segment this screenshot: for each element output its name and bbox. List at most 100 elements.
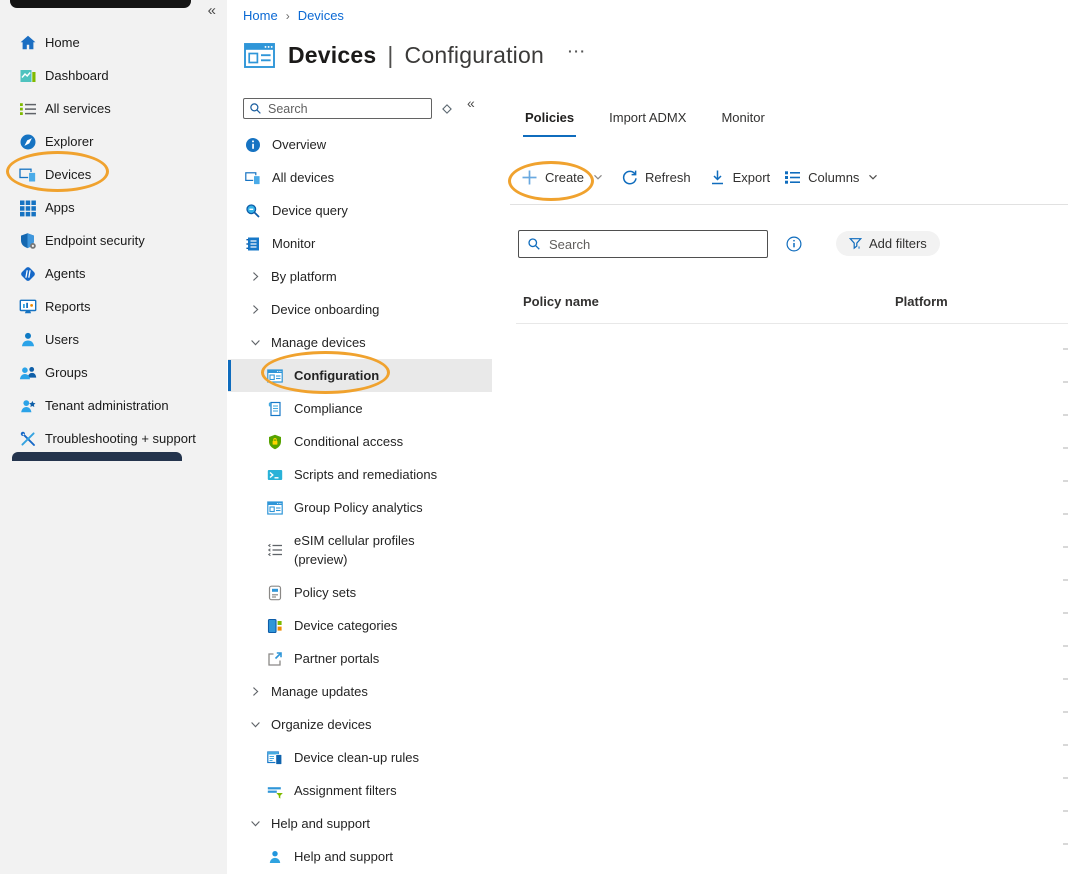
columns-button[interactable]: Columns — [784, 169, 879, 186]
menu-item-scripts-remediations[interactable]: Scripts and remediations — [228, 458, 492, 491]
esim-list-icon — [267, 542, 283, 558]
troubleshooting-tools-icon — [19, 430, 37, 448]
menu-item-policy-sets[interactable]: Policy sets — [228, 576, 492, 609]
bottom-popup-edge — [12, 452, 182, 461]
menu-item-configuration[interactable]: Configuration — [228, 359, 492, 392]
pin-diamond-icon[interactable] — [441, 102, 453, 114]
leftnav-item-endpoint-security[interactable]: Endpoint security — [0, 224, 227, 257]
menu-item-all-devices[interactable]: All devices — [228, 161, 492, 194]
menu-group-manage-updates[interactable]: Manage updates — [228, 675, 492, 708]
group-users-icon — [19, 364, 37, 382]
menu-item-device-query[interactable]: Device query — [228, 194, 492, 227]
terminal-icon — [267, 467, 283, 483]
menu-item-partner-portals[interactable]: Partner portals — [228, 642, 492, 675]
menu-item-monitor[interactable]: Monitor — [228, 227, 492, 260]
menu-group-device-onboarding[interactable]: Device onboarding — [228, 293, 492, 326]
chevron-right-icon — [249, 270, 262, 283]
tab-import-admx[interactable]: Import ADMX — [607, 108, 688, 137]
page-header: Home›Devices Devices | Configuration ··· — [228, 0, 1068, 92]
leftnav-item-apps[interactable]: Apps — [0, 191, 227, 224]
chevron-down-icon — [592, 171, 604, 183]
devices-icon — [19, 166, 37, 184]
menu-group-manage-devices[interactable]: Manage devices — [228, 326, 492, 359]
menu-item-group-policy-analytics[interactable]: Group Policy analytics — [228, 491, 492, 524]
leftnav-item-reports[interactable]: Reports — [0, 290, 227, 323]
filter-row: Add filters — [518, 230, 1068, 258]
help-person-icon — [267, 849, 283, 865]
toolbar-divider — [510, 204, 1068, 205]
filter-funnel-icon — [849, 237, 862, 250]
intune-admin-center: « Home Dashboard All services Explorer D… — [0, 0, 1068, 874]
menu-item-help-and-support[interactable]: Help and support — [228, 840, 492, 873]
leftnav-item-devices[interactable]: Devices — [0, 158, 227, 191]
leftnav-item-dashboard[interactable]: Dashboard — [0, 59, 227, 92]
breadcrumb-home-link[interactable]: Home — [243, 8, 278, 23]
shield-gear-icon — [19, 232, 37, 250]
chevron-down-icon — [249, 817, 262, 830]
device-cleanup-icon — [267, 750, 283, 766]
refresh-button[interactable]: Refresh — [621, 169, 691, 186]
menu-item-compliance[interactable]: Compliance — [228, 392, 492, 425]
menu-item-esim-cellular-profiles[interactable]: eSIM cellular profiles(preview) — [228, 524, 492, 576]
menu-group-organize-devices[interactable]: Organize devices — [228, 708, 492, 741]
info-icon — [245, 137, 261, 153]
user-icon — [19, 331, 37, 349]
menu-item-overview[interactable]: Overview — [228, 128, 492, 161]
policy-search-input[interactable] — [549, 237, 759, 252]
leftnav-item-tenant-administration[interactable]: Tenant administration — [0, 389, 227, 422]
leftnav-item-groups[interactable]: Groups — [0, 356, 227, 389]
reports-monitor-icon — [19, 298, 37, 316]
refresh-icon — [621, 169, 638, 186]
menu-item-device-cleanup-rules[interactable]: Device clean-up rules — [228, 741, 492, 774]
menu-group-help-and-support[interactable]: Help and support — [228, 807, 492, 840]
table-header-divider — [516, 323, 1068, 324]
menu-item-conditional-access[interactable]: Conditional access — [228, 425, 492, 458]
policy-search-box[interactable] — [518, 230, 768, 258]
page-title-primary: Devices — [288, 42, 376, 69]
tab-policies[interactable]: Policies — [523, 108, 576, 137]
chevron-down-icon — [249, 336, 262, 349]
export-button[interactable]: Export — [709, 169, 771, 186]
add-filters-button[interactable]: Add filters — [836, 231, 940, 256]
devices-icon — [245, 170, 261, 186]
configuration-window-icon — [267, 368, 283, 384]
leftnav-item-all-services[interactable]: All services — [0, 92, 227, 125]
apps-grid-icon — [19, 199, 37, 217]
title-separator: | — [387, 42, 393, 69]
tab-monitor[interactable]: Monitor — [719, 108, 766, 137]
create-button[interactable]: Create — [521, 169, 604, 186]
grid-row-edge-marks — [1063, 348, 1068, 874]
menu-group-by-platform[interactable]: By platform — [228, 260, 492, 293]
search-icon — [527, 237, 541, 251]
chevron-down-icon — [249, 718, 262, 731]
column-header-policy-name[interactable]: Policy name — [523, 294, 599, 309]
page-title-secondary: Configuration — [405, 42, 544, 69]
leftnav-item-agents[interactable]: Agents — [0, 257, 227, 290]
download-icon — [709, 169, 726, 186]
more-actions-ellipsis[interactable]: ··· — [568, 43, 587, 59]
resource-menu-search-input[interactable] — [268, 102, 426, 116]
breadcrumb-devices-link[interactable]: Devices — [298, 8, 344, 23]
chevron-right-icon — [249, 303, 262, 316]
collapse-resource-menu-icon[interactable]: « — [467, 95, 475, 111]
conditional-access-shield-icon — [267, 434, 283, 450]
assignment-filters-icon — [267, 783, 283, 799]
leftnav-item-explorer[interactable]: Explorer — [0, 125, 227, 158]
menu-item-device-categories[interactable]: Device categories — [228, 609, 492, 642]
device-query-icon — [245, 203, 261, 219]
leftnav-item-troubleshooting[interactable]: Troubleshooting + support — [0, 422, 227, 455]
column-header-platform[interactable]: Platform — [895, 294, 948, 309]
page-title: Devices | Configuration — [288, 42, 544, 69]
configuration-window-icon — [244, 41, 275, 70]
menu-item-assignment-filters[interactable]: Assignment filters — [228, 774, 492, 807]
leftnav-item-home[interactable]: Home — [0, 26, 227, 59]
policy-sets-icon — [267, 585, 283, 601]
breadcrumb: Home›Devices — [243, 8, 344, 23]
resource-menu-search[interactable] — [243, 98, 432, 119]
leftnav-item-users[interactable]: Users — [0, 323, 227, 356]
left-nav: « Home Dashboard All services Explorer D… — [0, 0, 227, 874]
top-popup-edge — [10, 0, 191, 8]
info-circle-icon[interactable] — [786, 236, 802, 252]
collapse-leftnav-icon[interactable]: « — [208, 2, 216, 19]
external-link-icon — [267, 651, 283, 667]
